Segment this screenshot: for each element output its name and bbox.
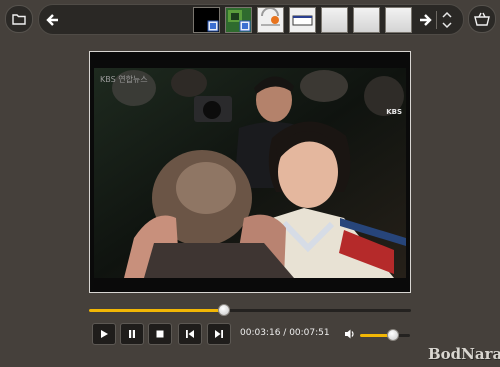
video-player[interactable]: KBS 연합뉴스 KBS	[89, 51, 411, 293]
scroll-updown-button[interactable]	[440, 9, 454, 31]
playlist-bar	[38, 4, 464, 35]
folder-icon	[12, 14, 26, 25]
thumbnail-green-photo[interactable]	[225, 7, 252, 33]
thumbnail-black[interactable]	[193, 7, 220, 33]
play-icon	[101, 330, 108, 338]
spin-updown-icon	[442, 11, 452, 29]
volume-slider[interactable]	[360, 329, 410, 341]
thumbnail-blank[interactable]	[321, 7, 348, 33]
seek-bar-fill	[89, 309, 225, 312]
video-caption: KBS 연합뉴스	[100, 75, 148, 84]
arrow-left-icon	[46, 14, 58, 26]
pause-button[interactable]	[120, 323, 144, 345]
time-separator: /	[280, 328, 290, 338]
play-button[interactable]	[92, 323, 116, 345]
stop-icon	[156, 330, 164, 338]
thumbnail-blank[interactable]	[353, 7, 380, 33]
seek-bar[interactable]	[89, 304, 411, 316]
stop-button[interactable]	[148, 323, 172, 345]
divider	[436, 11, 437, 29]
open-folder-button[interactable]	[5, 5, 33, 33]
thumbnail-window[interactable]	[289, 7, 316, 33]
seek-bar-handle[interactable]	[218, 304, 231, 316]
volume-slider-handle[interactable]	[386, 329, 399, 341]
pause-icon	[129, 330, 135, 338]
next-page-button[interactable]	[417, 12, 433, 28]
thumbnail-blank[interactable]	[385, 7, 412, 33]
previous-button[interactable]	[178, 323, 202, 345]
video-frame	[94, 68, 406, 278]
previous-page-button[interactable]	[45, 12, 61, 28]
thumbnail-document[interactable]	[257, 7, 284, 33]
current-time: 00:03:16	[240, 328, 281, 338]
arrow-right-icon	[420, 14, 432, 26]
basket-button[interactable]	[468, 5, 496, 33]
basket-icon	[474, 12, 490, 26]
time-display: 00:03:16 / 00:07:51	[240, 328, 330, 338]
next-button[interactable]	[207, 323, 231, 345]
watermark-logo: BodNara	[428, 345, 500, 363]
broadcaster-mark: KBS	[386, 108, 402, 116]
volume-icon[interactable]	[344, 328, 356, 340]
next-icon	[215, 330, 223, 338]
previous-icon	[186, 330, 194, 338]
total-time: 00:07:51	[289, 328, 330, 338]
